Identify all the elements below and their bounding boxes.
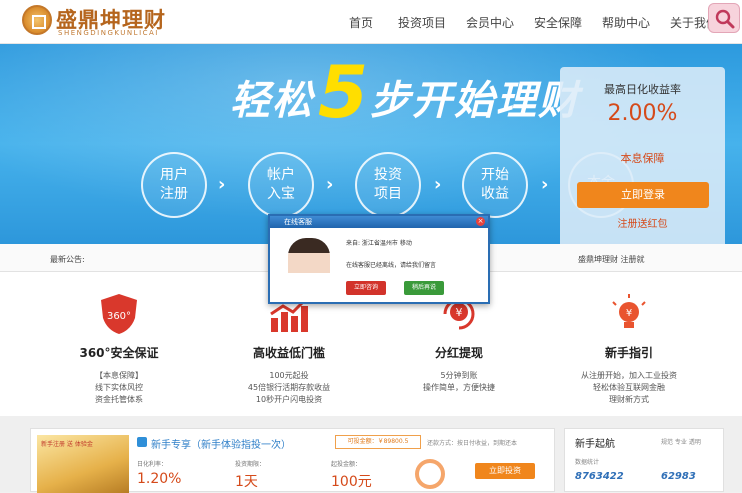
- step-invest: 投资 项目: [355, 152, 421, 218]
- feature-desc-line: 5分钟到账: [440, 371, 478, 380]
- feature-title: 分红提现: [434, 346, 483, 360]
- feature-desc: 从注册开始，加入工业投资 轻松体验互联网金融 理财新方式: [564, 370, 694, 406]
- feature-desc-line: 轻松体验互联网金融: [593, 383, 665, 392]
- feature-desc: 100元起投 45倍银行活期存款收益 10秒开户闪电投资: [224, 370, 354, 406]
- product-amount-badge: 可投金额：￥89800.5: [335, 435, 421, 449]
- stat-number-2: 62983: [661, 471, 696, 482]
- register-link[interactable]: 注册送红包: [560, 215, 725, 230]
- step-line2: 入宝: [267, 186, 295, 202]
- top-header: 盛鼎坤理财 SHENGDINGKUNLICAI 首页 投资项目 会员中心 安全保…: [0, 0, 742, 44]
- lightbulb-icon: ¥: [612, 294, 646, 328]
- bottom-section: 新手注册 送 体验金 新手专享（新手体验指投一次） 可投金额：￥89800.5 …: [0, 416, 742, 493]
- svg-text:360°: 360°: [107, 311, 131, 322]
- feature-desc-line: 100元起投: [269, 371, 309, 380]
- step-line2: 收益: [481, 186, 509, 202]
- feature-desc: 5分钟到账 操作简单，方便快捷: [394, 370, 524, 394]
- rate-label: 日化利率：: [137, 461, 168, 468]
- consult-now-button[interactable]: 立即咨询: [346, 281, 386, 295]
- step-line1: 开始: [481, 167, 509, 183]
- guide-subtitle: 规范 专业 透明: [661, 439, 701, 446]
- yield-title: 最高日化收益率: [604, 83, 681, 96]
- feature-desc-line: 45倍银行活期存款收益: [247, 383, 331, 392]
- invest-button[interactable]: 立即投资: [475, 463, 535, 479]
- login-button[interactable]: 立即登录: [577, 182, 709, 208]
- min-amount-value: 100元: [331, 474, 372, 490]
- step-line1: 投资: [374, 167, 402, 183]
- slogan-suffix: 步开始理财: [370, 78, 580, 124]
- term-value: 1天: [235, 474, 258, 490]
- step-line1: 用户: [160, 167, 188, 183]
- term-label: 投资期限：: [235, 461, 266, 468]
- step-register: 用户 注册: [141, 152, 207, 218]
- step-earn: 开始 收益: [462, 152, 528, 218]
- nav-home[interactable]: 首页: [349, 14, 373, 31]
- logo-icon[interactable]: [22, 5, 52, 35]
- product-image-label: 新手注册 送 体验金: [41, 441, 93, 448]
- svg-text:¥: ¥: [626, 308, 632, 319]
- feature-desc: 【本息保障】 线下实体风控 资金托管体系: [54, 370, 184, 406]
- step-line1: 帐户: [267, 167, 295, 183]
- slogan-prefix: 轻松: [230, 78, 314, 124]
- nav-help[interactable]: 帮助中心: [602, 14, 650, 31]
- search-button[interactable]: [708, 3, 740, 33]
- popup-title: 在线客服: [284, 218, 312, 226]
- yield-value: 2.00%: [607, 101, 678, 126]
- yield-card: 最高日化收益率 2.00% 本息保障 立即登录 注册送红包: [560, 67, 725, 244]
- product-image[interactable]: 新手注册 送 体验金: [37, 435, 129, 493]
- popup-message: 在线客服已经离线，请给我们留言: [346, 262, 437, 269]
- product-card: 新手注册 送 体验金 新手专享（新手体验指投一次） 可投金额：￥89800.5 …: [30, 428, 555, 493]
- chevron-right-icon: ›: [326, 174, 334, 195]
- step-line2: 项目: [374, 186, 402, 202]
- progress-ring: [415, 459, 445, 489]
- shield-360-icon: 360°: [101, 294, 137, 334]
- chevron-right-icon: ›: [218, 174, 226, 195]
- feature-title: 高收益低门槛: [252, 346, 325, 360]
- popup-from: 来自: 浙江省温州市 移动: [346, 240, 412, 247]
- notice-right-text[interactable]: 盛鼎坤理财 注册就: [578, 254, 645, 265]
- feature-title: 新手指引: [604, 346, 653, 360]
- close-icon[interactable]: ×: [476, 217, 485, 226]
- agent-avatar: [288, 238, 330, 288]
- chevron-right-icon: ›: [434, 174, 442, 195]
- feature-desc-line: 理财新方式: [609, 395, 649, 404]
- feature-desc-line: 【本息保障】: [95, 371, 143, 380]
- product-repay-method: 还款方式：按日付收益，到期还本: [427, 440, 518, 447]
- product-tag-icon: [137, 437, 147, 447]
- step-deposit: 帐户 入宝: [248, 152, 314, 218]
- product-title[interactable]: 新手专享（新手体验指投一次）: [151, 436, 291, 451]
- feature-desc-line: 10秒开户闪电投资: [255, 395, 323, 404]
- feature-title: 360°安全保证: [79, 346, 159, 360]
- feature-desc-line: 操作简单，方便快捷: [423, 383, 495, 392]
- search-icon: [715, 9, 735, 29]
- step-line2: 注册: [160, 186, 188, 202]
- nav-member-center[interactable]: 会员中心: [466, 14, 514, 31]
- nav-security[interactable]: 安全保障: [534, 14, 582, 31]
- nav-projects[interactable]: 投资项目: [398, 14, 446, 31]
- chat-popup: 在线客服 × 来自: 浙江省温州市 移动 在线客服已经离线，请给我们留言 立即咨…: [268, 214, 490, 304]
- later-button[interactable]: 稍后再说: [404, 281, 444, 295]
- chevron-right-icon: ›: [541, 174, 549, 195]
- min-amount-label: 起投金额：: [331, 461, 362, 468]
- feature-desc-line: 资金托管体系: [95, 395, 143, 404]
- feature-desc-line: 从注册开始，加入工业投资: [581, 371, 677, 380]
- slogan-number: 5: [318, 50, 371, 134]
- rate-value: 1.20%: [137, 471, 182, 487]
- logo-subtitle: SHENGDINGKUNLICAI: [58, 29, 159, 37]
- feature-desc-line: 线下实体风控: [95, 383, 143, 392]
- notice-label: 最新公告:: [50, 255, 85, 264]
- guide-panel: 新手起航 规范 专业 透明 数据统计 8763422 62983: [564, 428, 724, 492]
- guide-stat-label: 数据统计: [575, 459, 600, 466]
- svg-text:¥: ¥: [456, 306, 463, 319]
- popup-titlebar[interactable]: 在线客服 ×: [270, 216, 488, 228]
- yield-note: 本息保障: [620, 152, 665, 165]
- guide-title: 新手起航: [575, 439, 615, 450]
- stat-number-1: 8763422: [575, 471, 624, 482]
